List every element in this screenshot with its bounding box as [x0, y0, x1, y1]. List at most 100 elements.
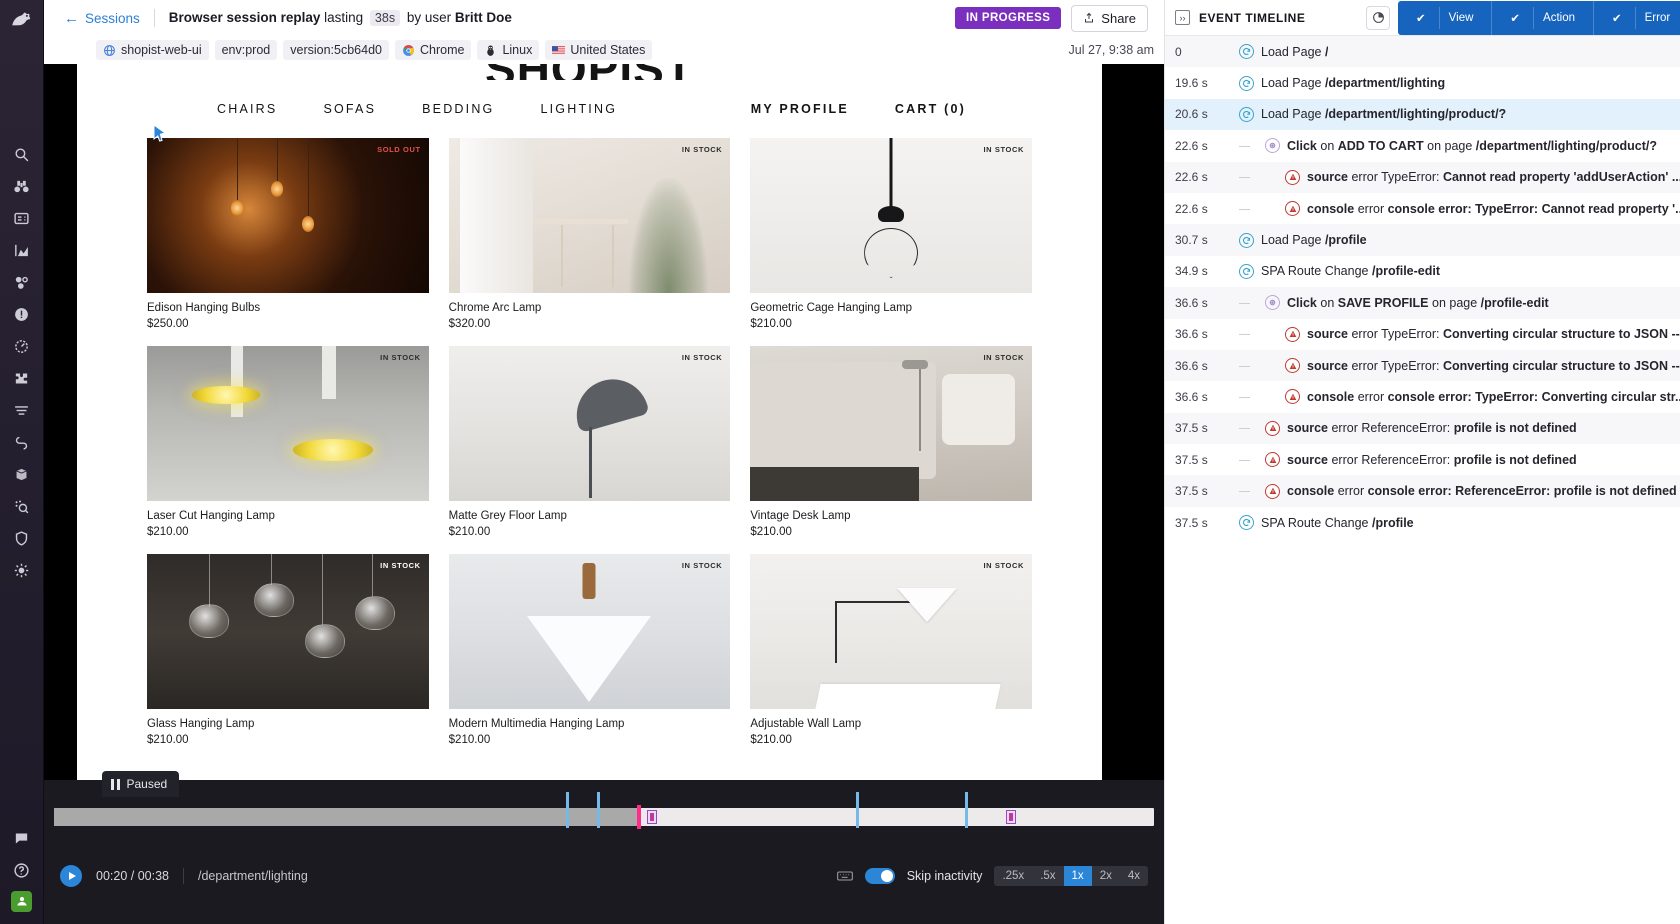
timeline-scrubber[interactable] — [44, 780, 1164, 836]
event-time: 0 — [1175, 44, 1182, 59]
profiler-search-icon[interactable] — [0, 490, 44, 522]
meta-version[interactable]: version:5cb64d0 — [283, 40, 389, 60]
scrubber-marker[interactable] — [566, 792, 569, 828]
event-description: console error console error: TypeError: … — [1307, 201, 1680, 216]
product-card[interactable]: IN STOCK Laser Cut Hanging Lamp $210.00 — [147, 346, 429, 538]
speed-option[interactable]: 2x — [1092, 866, 1120, 886]
speed-option[interactable]: 1x — [1063, 866, 1092, 886]
nav-my-profile[interactable]: MY PROFILE — [751, 102, 849, 116]
product-card[interactable]: IN STOCK Adjustable Wall Lamp $210.00 — [750, 554, 1032, 746]
error-marker[interactable] — [1006, 810, 1016, 824]
synthetics-gauge-icon[interactable] — [0, 330, 44, 362]
event-row[interactable]: 0 Load Page / — [1165, 36, 1680, 68]
rum-bubbles-icon[interactable] — [0, 266, 44, 298]
meta-service[interactable]: shopist-web-ui — [96, 40, 209, 60]
meta-country[interactable]: United States — [545, 40, 653, 60]
event-description: console error console error: ReferenceEr… — [1287, 484, 1677, 499]
speed-option[interactable]: .5x — [1032, 866, 1063, 886]
product-thumbnail[interactable]: IN STOCK — [750, 346, 1032, 501]
product-card[interactable]: IN STOCK Glass Hanging Lamp $210.00 — [147, 554, 429, 746]
event-row[interactable]: 37.5 s source error ReferenceError: profi… — [1165, 412, 1680, 445]
nav-lighting[interactable]: LIGHTING — [540, 102, 617, 116]
event-row[interactable]: 37.5 s SPA Route Change /profile — [1165, 507, 1680, 538]
back-to-sessions-link[interactable]: ← Sessions — [64, 11, 140, 26]
event-row[interactable]: 20.6 s Load Page /department/lighting/pro… — [1165, 98, 1680, 131]
help-icon[interactable] — [0, 855, 44, 885]
speed-option[interactable]: 4x — [1120, 866, 1148, 886]
meta-os[interactable]: Linux — [477, 40, 540, 60]
integrations-puzzle-icon[interactable] — [0, 362, 44, 394]
scrubber-playhead[interactable] — [637, 805, 641, 829]
chat-icon[interactable] — [0, 823, 44, 853]
dashboard-icon[interactable] — [0, 202, 44, 234]
product-card[interactable]: IN STOCK Modern Multimedia Hanging Lamp $2… — [448, 554, 731, 746]
apm-trace-icon[interactable] — [0, 426, 44, 458]
product-card[interactable]: SOLD OUT Edison Hanging Bulbs $250.00 — [147, 138, 429, 330]
watchdog-binoculars-icon[interactable] — [0, 170, 44, 202]
play-button[interactable] — [60, 865, 82, 887]
event-row[interactable]: 36.6 s source error TypeError: Converting… — [1165, 319, 1680, 350]
product-thumbnail[interactable]: IN STOCK — [147, 554, 429, 709]
product-thumbnail[interactable]: IN STOCK — [750, 554, 1032, 709]
brand-logo[interactable] — [0, 2, 44, 38]
account-avatar[interactable] — [11, 891, 32, 912]
product-card[interactable]: IN STOCK Vintage Desk Lamp $210.00 — [750, 346, 1032, 538]
event-row[interactable]: 37.5 s source error ReferenceError: profi… — [1165, 444, 1680, 475]
error-marker[interactable] — [647, 810, 657, 824]
product-thumbnail[interactable]: IN STOCK — [750, 138, 1032, 293]
event-row[interactable]: 22.6 s source error TypeError: Cannot rea… — [1165, 161, 1680, 193]
nav-cart[interactable]: CART (0) — [895, 102, 966, 116]
product-thumbnail[interactable]: IN STOCK — [448, 554, 731, 709]
database-icon[interactable] — [0, 458, 44, 490]
event-row[interactable]: 36.6 s source error TypeError: Converting… — [1165, 349, 1680, 382]
product-thumbnail[interactable]: IN STOCK — [448, 346, 731, 501]
event-stats-button[interactable] — [1366, 5, 1391, 30]
security-shield-icon[interactable] — [0, 522, 44, 554]
meta-env-label: env:prod — [221, 43, 271, 57]
event-row[interactable]: 22.6 s console error console error: TypeE… — [1165, 193, 1680, 224]
incidents-alert-icon[interactable] — [0, 298, 44, 330]
event-list[interactable]: 0 Load Page / 19.6 s Load Page /department/… — [1165, 36, 1680, 924]
nav-chairs[interactable]: CHAIRS — [217, 102, 277, 116]
event-row[interactable]: 36.6 s Click on SAVE PROFILE on page /pro… — [1165, 287, 1680, 319]
settings-gear-icon[interactable] — [0, 554, 44, 586]
product-card[interactable]: IN STOCK Matte Grey Floor Lamp $210.00 — [448, 346, 731, 538]
event-row[interactable]: 19.6 s Load Page /department/lighting — [1165, 67, 1680, 98]
share-button[interactable]: Share — [1071, 4, 1148, 32]
product-card[interactable]: IN STOCK Geometric Cage Hanging Lamp $210.… — [750, 138, 1032, 330]
logs-icon[interactable] — [0, 394, 44, 426]
product-thumbnail[interactable]: SOLD OUT — [147, 138, 429, 293]
event-row[interactable]: 34.9 s SPA Route Change /profile-edit — [1165, 256, 1680, 287]
click-action-icon — [1265, 138, 1280, 154]
search-icon[interactable] — [0, 138, 44, 170]
session-date: Jul 27, 9:38 am — [1068, 43, 1154, 57]
keyboard-shortcuts-icon[interactable] — [836, 868, 853, 884]
scrubber-marker[interactable] — [597, 792, 600, 828]
event-filter-error[interactable]: ✔ Error — [1593, 0, 1680, 35]
event-time: 37.5 s — [1175, 421, 1208, 436]
nav-bedding[interactable]: BEDDING — [422, 102, 494, 116]
collapse-panel-icon[interactable]: ›› — [1175, 10, 1190, 25]
meta-env[interactable]: env:prod — [214, 40, 278, 60]
event-row[interactable]: 30.7 s Load Page /profile — [1165, 224, 1680, 256]
nav-sofas[interactable]: SOFAS — [323, 102, 376, 116]
event-content: Load Page /department/lighting/product/? — [1239, 106, 1506, 122]
product-thumbnail[interactable]: IN STOCK — [147, 346, 429, 501]
scrubber-marker[interactable] — [965, 792, 968, 828]
skip-inactivity-toggle[interactable] — [864, 868, 895, 884]
analytics-chart-icon[interactable] — [0, 234, 44, 266]
scrubber-marker[interactable] — [856, 792, 859, 828]
event-row[interactable]: 22.6 s Click on ADD TO CART on page /depa… — [1165, 130, 1680, 161]
event-filter-view[interactable]: ✔ View — [1398, 1, 1491, 35]
event-row[interactable]: 36.6 s console error console error: TypeE… — [1165, 381, 1680, 412]
event-description: source error TypeError: Cannot read prop… — [1307, 170, 1680, 185]
event-row[interactable]: 37.5 s console error console error: Refer… — [1165, 475, 1680, 507]
speed-option[interactable]: .25x — [994, 866, 1032, 886]
product-card[interactable]: IN STOCK Chrome Arc Lamp $320.00 — [448, 138, 731, 330]
load-page-icon — [1239, 515, 1254, 531]
product-thumbnail[interactable]: IN STOCK — [448, 138, 731, 293]
scrubber-track[interactable] — [54, 805, 1154, 829]
event-filter-action[interactable]: ✔ Action — [1491, 0, 1593, 35]
filter-label: Error — [1634, 6, 1680, 29]
meta-browser[interactable]: Chrome — [394, 40, 472, 60]
